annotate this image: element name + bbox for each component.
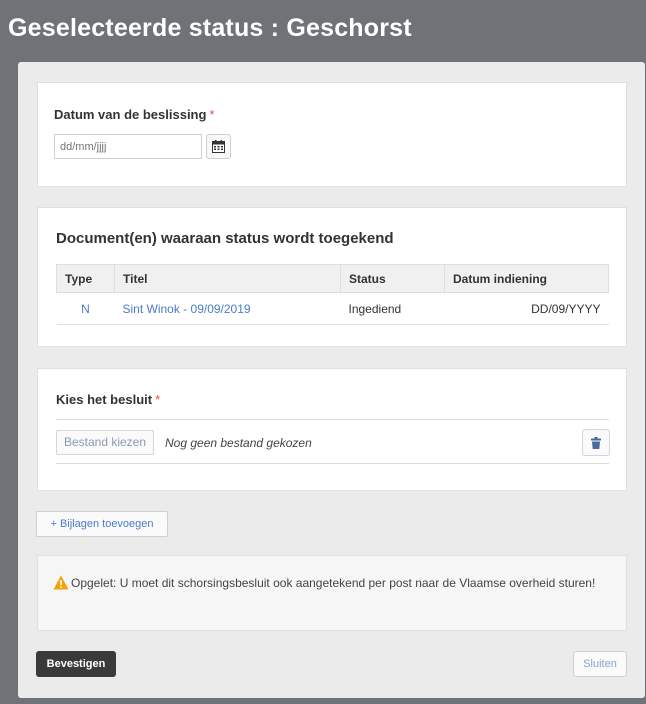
warning-message: Opgelet: U moet dit schorsingsbesluit oo… <box>53 574 613 592</box>
divider <box>56 463 609 464</box>
row-status: Ingediend <box>340 292 445 325</box>
warning-text: Opgelet: U moet dit schorsingsbesluit oo… <box>71 576 596 590</box>
row-type: N <box>56 292 115 325</box>
date-input[interactable] <box>54 134 202 159</box>
column-header-date: Datum indiening <box>444 264 609 293</box>
table-row: N Sint Winok - 09/09/2019 Ingediend DD/0… <box>56 292 609 325</box>
choose-file-button[interactable]: Bestand kiezen <box>56 430 154 455</box>
calendar-button[interactable] <box>206 134 231 159</box>
table-header-row: Type Titel Status Datum indiening <box>56 264 609 293</box>
page-title: Geselecteerde status : Geschorst <box>8 14 412 42</box>
page-header: Geselecteerde status : Geschorst <box>0 0 646 60</box>
column-header-type: Type <box>56 264 115 293</box>
date-label: Datum van de beslissing * <box>54 107 215 122</box>
documents-title: Document(en) waaraan status wordt toegek… <box>56 230 394 247</box>
row-title-link[interactable]: Sint Winok - 09/09/2019 <box>114 292 341 325</box>
required-mark: * <box>209 107 215 122</box>
documents-table: Type Titel Status Datum indiening N Sint… <box>56 264 609 325</box>
confirm-button[interactable]: Bevestigen <box>36 651 116 677</box>
date-label-text: Datum van de beslissing <box>54 107 207 122</box>
decision-card: Kies het besluit * Bestand kiezen Nog gee… <box>37 368 627 491</box>
warning-card: Opgelet: U moet dit schorsingsbesluit oo… <box>37 555 627 631</box>
file-status: Nog geen bestand gekozen <box>165 436 312 450</box>
add-attachments-button[interactable]: + Bijlagen toevoegen <box>36 511 168 537</box>
close-button[interactable]: Sluiten <box>573 651 627 677</box>
decision-label: Kies het besluit * <box>56 392 160 407</box>
divider <box>56 419 609 420</box>
row-date: DD/09/YYYY <box>444 292 609 325</box>
column-header-title: Titel <box>114 264 341 293</box>
column-header-status: Status <box>340 264 445 293</box>
documents-card: Document(en) waaraan status wordt toegek… <box>37 207 627 347</box>
decision-label-text: Kies het besluit <box>56 392 153 407</box>
trash-icon <box>591 436 601 449</box>
calendar-icon <box>212 140 225 153</box>
delete-file-button[interactable] <box>582 429 610 456</box>
date-card: Datum van de beslissing * <box>37 82 627 187</box>
warning-icon <box>53 575 69 590</box>
status-dialog: Datum van de beslissing* Document(en) wa… <box>18 62 645 698</box>
required-mark: * <box>155 392 161 407</box>
